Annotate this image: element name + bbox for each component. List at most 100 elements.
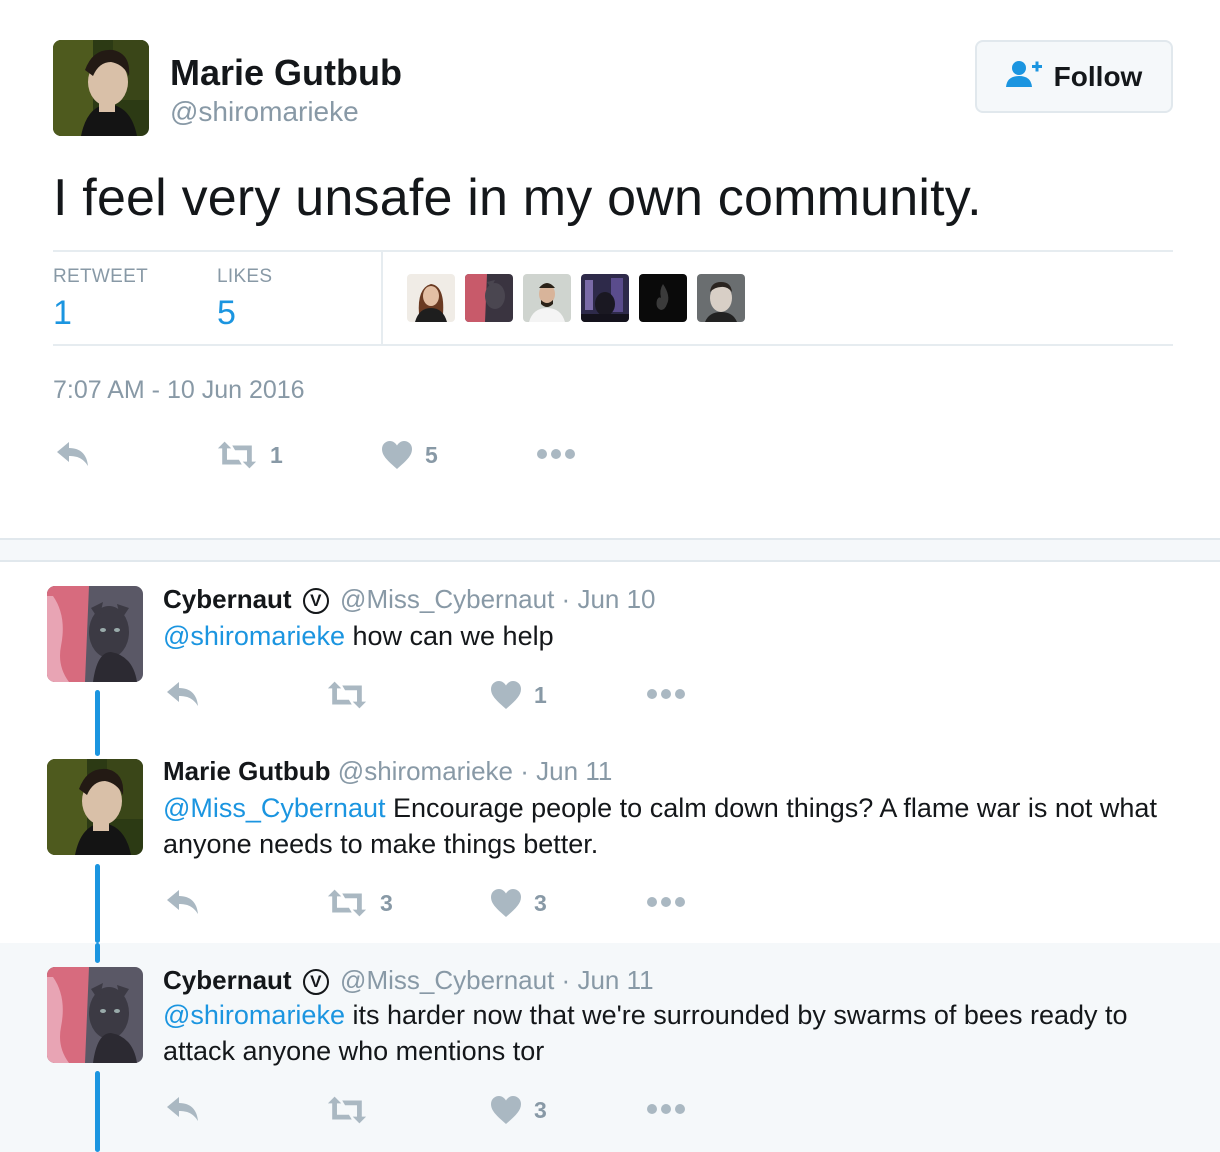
reply-text: @shiromarieke how can we help — [163, 618, 1163, 654]
reply-button[interactable] — [55, 440, 91, 470]
heart-icon — [490, 1095, 522, 1125]
like-button[interactable]: 5 — [381, 440, 438, 470]
reply-author-name[interactable]: Marie Gutbub — [163, 756, 331, 786]
stat-divider — [381, 252, 383, 344]
reply-author-handle[interactable]: @shiromarieke — [338, 756, 513, 786]
retweet-icon — [216, 440, 258, 470]
main-tweet: Marie Gutbub @shiromarieke Follow I feel… — [0, 0, 1220, 538]
reply-author-name[interactable]: Cybernaut — [163, 584, 292, 614]
reply-date[interactable]: Jun 11 — [577, 965, 653, 995]
thread-line — [95, 864, 100, 943]
tweet-text: I feel very unsafe in my own community. — [53, 169, 982, 227]
avatar[interactable] — [53, 40, 149, 136]
likes-stat-count: 5 — [217, 294, 236, 332]
retweet-button[interactable] — [326, 1095, 380, 1125]
tweet-timestamp[interactable]: 7:07 AM - 10 Jun 2016 — [53, 376, 305, 405]
reply-author-handle[interactable]: @Miss_Cybernaut — [340, 584, 554, 614]
reply-header: Cybernaut V @Miss_Cybernaut · Jun 10 — [163, 584, 656, 615]
retweet-stat[interactable]: RETWEET 1 — [53, 266, 148, 333]
retweet-stat-count: 1 — [53, 294, 72, 332]
reply-actions: 3 — [163, 1093, 723, 1133]
like-count: 5 — [425, 441, 438, 468]
heart-icon — [381, 440, 413, 470]
like-button[interactable]: 3 — [490, 1095, 547, 1125]
mention-link[interactable]: @shiromarieke — [163, 1000, 345, 1030]
retweet-count: 3 — [380, 889, 393, 916]
reply-icon — [165, 888, 201, 918]
verified-badge-icon: V — [302, 588, 329, 614]
avatar[interactable] — [47, 586, 143, 682]
reply-text: @shiromarieke its harder now that we're … — [163, 997, 1163, 1069]
header-separator: · — [520, 756, 529, 786]
reply-text: @Miss_Cybernaut Encourage people to calm… — [163, 790, 1163, 862]
retweet-count: 1 — [270, 441, 283, 468]
reply-author-handle[interactable]: @Miss_Cybernaut — [340, 965, 554, 995]
retweet-icon — [326, 1095, 368, 1125]
more-button[interactable] — [646, 688, 686, 700]
more-icon — [646, 1103, 686, 1115]
reply-button[interactable] — [165, 680, 201, 710]
header-separator: · — [561, 584, 571, 614]
retweet-button[interactable] — [326, 680, 380, 710]
reply-body: how can we help — [344, 621, 554, 651]
liker-avatar[interactable] — [639, 274, 687, 322]
more-icon — [646, 688, 686, 700]
reply-header: Marie Gutbub @shiromarieke · Jun 11 — [163, 756, 612, 787]
reply-actions: 1 — [163, 678, 723, 718]
tweet-stats: RETWEET 1 LIKES 5 — [53, 250, 1173, 346]
liker-avatar[interactable] — [465, 274, 513, 322]
like-button[interactable]: 1 — [490, 680, 547, 710]
more-button[interactable] — [536, 448, 576, 460]
retweet-icon — [326, 888, 368, 918]
likes-stat-label: LIKES — [217, 266, 273, 287]
reply-date[interactable]: Jun 10 — [577, 584, 655, 614]
author-name[interactable]: Marie Gutbub — [170, 52, 402, 94]
section-divider — [0, 538, 1220, 562]
mention-link[interactable]: @shiromarieke — [163, 621, 345, 651]
verified-badge-icon: V — [302, 969, 329, 995]
retweet-button[interactable]: 3 — [326, 888, 393, 918]
reply-icon — [165, 1095, 201, 1125]
follow-label: Follow — [1053, 60, 1143, 92]
like-count: 3 — [534, 889, 547, 916]
retweet-button[interactable]: 1 — [216, 440, 283, 470]
heart-icon — [490, 680, 522, 710]
liker-avatar[interactable] — [407, 274, 455, 322]
liker-avatar[interactable] — [697, 274, 745, 322]
liker-avatar[interactable] — [581, 274, 629, 322]
reply-tweet[interactable]: Marie Gutbub @shiromarieke · Jun 11 @Mis… — [0, 690, 1220, 943]
likes-stat[interactable]: LIKES 5 — [217, 266, 272, 333]
mention-link[interactable]: @Miss_Cybernaut — [163, 793, 386, 823]
more-button[interactable] — [646, 1103, 686, 1115]
heart-icon — [490, 888, 522, 918]
reply-tweet[interactable]: Cybernaut V @Miss_Cybernaut · Jun 10 @sh… — [0, 562, 1220, 756]
avatar[interactable] — [47, 967, 143, 1063]
thread-line — [95, 943, 100, 963]
reply-actions: 3 3 — [163, 886, 723, 926]
retweet-stat-label: RETWEET — [53, 266, 148, 287]
thread-line — [95, 1071, 100, 1152]
author-handle[interactable]: @shiromarieke — [170, 96, 359, 128]
reply-tweet[interactable]: Cybernaut V @Miss_Cybernaut · Jun 11 @sh… — [0, 943, 1220, 1152]
liker-avatar[interactable] — [523, 274, 571, 322]
tweet-actions: 1 5 — [53, 438, 613, 478]
more-icon — [536, 448, 576, 460]
add-user-icon — [1005, 60, 1044, 93]
reply-button[interactable] — [165, 888, 201, 918]
retweet-icon — [326, 680, 368, 710]
follow-button[interactable]: Follow — [975, 40, 1173, 113]
reply-icon — [165, 680, 201, 710]
reply-author-name[interactable]: Cybernaut — [163, 965, 292, 995]
like-button[interactable]: 3 — [490, 888, 547, 918]
reply-icon — [55, 440, 91, 470]
reply-header: Cybernaut V @Miss_Cybernaut · Jun 11 — [163, 965, 654, 996]
avatar[interactable] — [47, 759, 143, 855]
like-count: 1 — [534, 681, 547, 708]
thread-line — [95, 690, 100, 736]
header-separator: · — [561, 965, 571, 995]
more-icon — [646, 896, 686, 908]
reply-button[interactable] — [165, 1095, 201, 1125]
reply-date[interactable]: Jun 11 — [536, 756, 612, 786]
like-count: 3 — [534, 1096, 547, 1123]
more-button[interactable] — [646, 896, 686, 908]
